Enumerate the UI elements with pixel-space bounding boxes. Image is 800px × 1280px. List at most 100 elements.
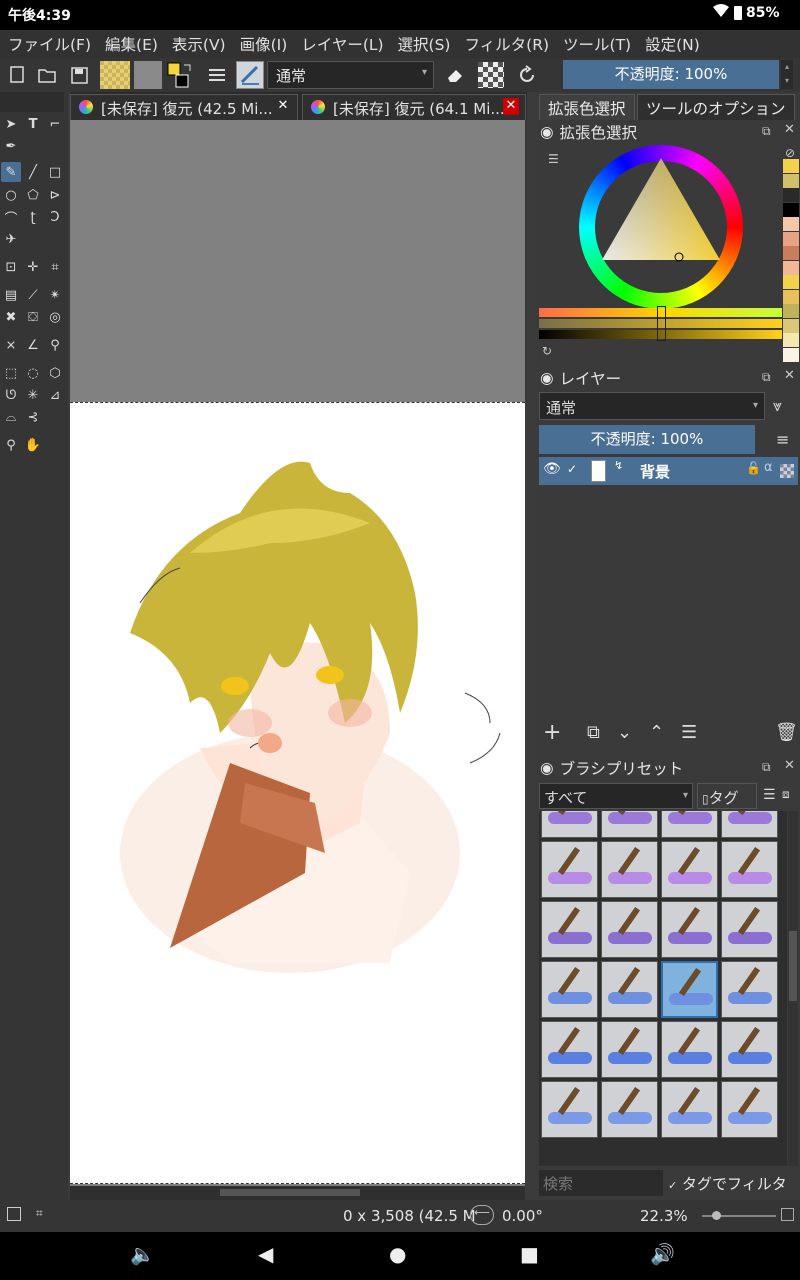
contiguous-select-icon[interactable]: ✳ bbox=[23, 385, 43, 405]
horizontal-scrollbar[interactable] bbox=[70, 1186, 525, 1200]
brush-preset-tile[interactable] bbox=[721, 1021, 778, 1078]
move-tool-icon[interactable]: ✛ bbox=[23, 257, 43, 277]
menu-settings[interactable]: 設定(N) bbox=[645, 33, 700, 55]
home-icon[interactable]: ● bbox=[389, 1242, 406, 1266]
visibility-eye-icon[interactable]: 👁 bbox=[543, 461, 561, 477]
menu-file[interactable]: ファイル(F) bbox=[8, 33, 91, 55]
eraser-icon[interactable] bbox=[441, 62, 467, 88]
refresh-icon[interactable]: ↻ bbox=[542, 344, 552, 358]
text-tool-icon[interactable]: T bbox=[23, 114, 43, 134]
lock-icon[interactable]: 🔓 bbox=[746, 461, 761, 475]
brush-settings-icon[interactable] bbox=[204, 62, 230, 88]
alpha-lock-icon[interactable] bbox=[478, 62, 504, 88]
scrollbar-thumb[interactable] bbox=[220, 1189, 360, 1196]
color-swatch[interactable] bbox=[783, 202, 799, 217]
crop-tool-icon[interactable]: ⌗ bbox=[45, 257, 65, 277]
scrollbar-thumb[interactable] bbox=[789, 931, 797, 1001]
filter-icon[interactable]: ⩔ bbox=[773, 396, 782, 416]
rotation-icon[interactable]: ⟵ bbox=[470, 1205, 494, 1225]
gradient-preset-icon[interactable] bbox=[100, 61, 130, 89]
opacity-slider[interactable]: 不透明度: 100% bbox=[563, 60, 779, 89]
edit-shapes-icon[interactable]: ⌐ bbox=[45, 114, 65, 134]
brush-preset-tile[interactable] bbox=[541, 961, 598, 1018]
tag-button[interactable]: ▯タグ bbox=[697, 783, 757, 809]
float-panel-icon[interactable]: ⧉ bbox=[762, 760, 771, 775]
freehand-brush-icon[interactable]: ✎ bbox=[1, 162, 21, 182]
zoom-tool-icon[interactable]: ⚲ bbox=[1, 435, 21, 455]
brush-preset-tile[interactable] bbox=[601, 1081, 658, 1138]
brush-preset-tile[interactable] bbox=[661, 1021, 718, 1078]
layer-menu-icon[interactable]: ≡ bbox=[776, 430, 789, 449]
rectangle-tool-icon[interactable]: □ bbox=[45, 162, 65, 182]
brush-preset-tile[interactable] bbox=[721, 841, 778, 898]
add-layer-icon[interactable]: + bbox=[543, 720, 561, 745]
color-swatch[interactable] bbox=[783, 304, 799, 318]
close-panel-icon[interactable]: ✕ bbox=[784, 758, 795, 773]
layer-checkbox[interactable]: ✓ bbox=[567, 462, 577, 476]
color-swatch[interactable] bbox=[783, 217, 799, 231]
color-swatch[interactable] bbox=[783, 159, 799, 173]
pin-icon[interactable]: ◉ bbox=[540, 759, 554, 777]
zoom-slider[interactable] bbox=[702, 1211, 776, 1220]
brush-preset-tile[interactable] bbox=[661, 901, 718, 958]
pin-icon[interactable]: ◉ bbox=[540, 123, 554, 141]
opacity-spinner[interactable]: ▴ ▾ bbox=[781, 60, 793, 89]
bezier-select-icon[interactable]: ⌓ bbox=[1, 407, 21, 427]
brush-preset-tile[interactable] bbox=[541, 1081, 598, 1138]
color-picker-icon[interactable]: ⟋ bbox=[23, 285, 43, 305]
color-swatch[interactable] bbox=[783, 318, 799, 333]
colorize-mask-icon[interactable]: ✖ bbox=[1, 307, 21, 327]
line-tool-icon[interactable]: ╱ bbox=[23, 162, 43, 182]
layer-row-background[interactable]: 👁 ✓ ↯ 背景 🔓 α bbox=[539, 457, 798, 485]
brush-preset-tile[interactable] bbox=[661, 1081, 718, 1138]
brush-preset-tile[interactable] bbox=[721, 811, 778, 838]
close-icon[interactable]: ✕ bbox=[503, 98, 519, 115]
close-panel-icon[interactable]: ✕ bbox=[784, 122, 795, 137]
close-icon[interactable]: ✕ bbox=[275, 98, 291, 115]
brush-preset-tile[interactable] bbox=[541, 811, 598, 838]
blend-mode-select[interactable]: 通常 ▾ bbox=[267, 61, 434, 89]
select-shapes-icon[interactable]: ➤ bbox=[1, 114, 21, 134]
delete-layer-icon[interactable]: 🗑 bbox=[775, 722, 798, 743]
brush-preset-tile[interactable] bbox=[601, 811, 658, 838]
brush-preset-tile[interactable] bbox=[541, 901, 598, 958]
color-swatch[interactable] bbox=[783, 246, 799, 260]
new-document-icon[interactable] bbox=[4, 62, 30, 88]
brush-preset-tile[interactable] bbox=[601, 961, 658, 1018]
color-swatch[interactable] bbox=[783, 275, 799, 289]
pattern-preset-icon[interactable] bbox=[134, 61, 162, 89]
duplicate-layer-icon[interactable]: ⧉ bbox=[587, 722, 600, 743]
tab-advanced-color[interactable]: 拡張色選択 bbox=[539, 94, 635, 120]
calligraphy-icon[interactable]: ✒ bbox=[1, 136, 21, 156]
freehand-path-icon[interactable]: ʈ bbox=[23, 207, 43, 227]
color-swatch[interactable] bbox=[783, 347, 799, 362]
brush-preset-tile[interactable] bbox=[601, 901, 658, 958]
color-swatch[interactable] bbox=[783, 231, 799, 246]
measure-tool-icon[interactable]: ∠ bbox=[23, 335, 43, 355]
brush-preset-tile[interactable] bbox=[661, 811, 718, 838]
polygon-tool-icon[interactable]: ⬠ bbox=[23, 185, 43, 205]
brush-preset-tile[interactable] bbox=[601, 1021, 658, 1078]
fit-view-icon[interactable]: ⌗ bbox=[36, 1206, 43, 1221]
volume-down-icon[interactable]: 🔈 bbox=[130, 1242, 155, 1266]
brush-search-input[interactable]: 検索 bbox=[539, 1170, 663, 1196]
color-triangle[interactable] bbox=[600, 156, 722, 266]
brush-preset-tile[interactable] bbox=[661, 961, 718, 1018]
color-swatch[interactable] bbox=[783, 333, 799, 347]
open-folder-icon[interactable] bbox=[34, 62, 60, 88]
color-swatch[interactable] bbox=[783, 188, 799, 202]
similar-select-icon[interactable]: ⊿ bbox=[45, 385, 65, 405]
clear-history-icon[interactable]: ⊘ bbox=[785, 146, 795, 160]
color-swatch[interactable] bbox=[783, 260, 799, 275]
fill-tool-icon[interactable]: ⛋ bbox=[23, 307, 43, 327]
brush-tag-select[interactable]: すべて ▾ bbox=[539, 783, 693, 809]
brush-preset-tile[interactable] bbox=[601, 841, 658, 898]
recents-icon[interactable]: ■ bbox=[520, 1242, 539, 1266]
menu-filter[interactable]: フィルタ(R) bbox=[464, 33, 549, 55]
polygon-select-icon[interactable]: ⬡ bbox=[45, 363, 65, 383]
rect-select-icon[interactable]: ⬚ bbox=[1, 363, 21, 383]
float-panel-icon[interactable]: ⧉ bbox=[762, 124, 771, 139]
menu-view[interactable]: 表示(V) bbox=[172, 33, 226, 55]
volume-up-icon[interactable]: 🔊 bbox=[650, 1242, 675, 1266]
multibrush-icon[interactable]: ✈ bbox=[1, 229, 21, 249]
